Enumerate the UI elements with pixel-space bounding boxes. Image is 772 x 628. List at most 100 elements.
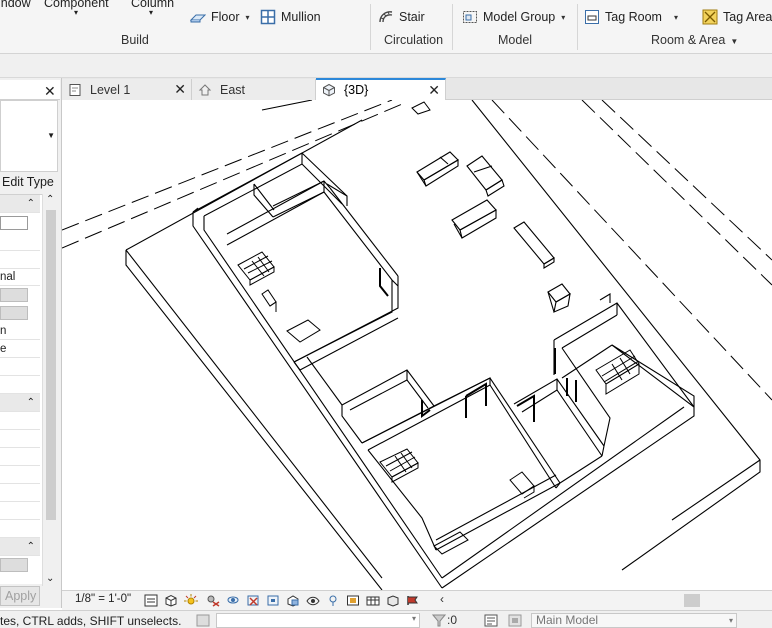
property-button[interactable] (0, 306, 28, 320)
floor-button[interactable]: Floor ▾ (190, 9, 250, 25)
tab-east[interactable]: East (192, 79, 316, 100)
show-crop-icon[interactable] (266, 594, 280, 607)
filter-icon[interactable] (432, 614, 446, 627)
property-row (0, 376, 40, 394)
stair-label: Stair (399, 10, 425, 24)
scroll-down-icon[interactable]: ⌄ (46, 573, 54, 584)
tag-room-dropdown-icon[interactable]: ▾ (674, 13, 678, 22)
property-row (0, 358, 40, 376)
property-row (0, 448, 40, 466)
unlocked-view-icon[interactable] (286, 594, 300, 607)
tab-label: East (220, 82, 246, 97)
temporary-hide-icon[interactable] (306, 594, 320, 607)
properties-scrollbar[interactable]: ⌃ ⌄ (42, 194, 58, 586)
selection-count: :0 (447, 613, 458, 627)
close-icon[interactable]: ✕ (174, 81, 186, 98)
apply-button[interactable]: Apply (0, 586, 40, 606)
close-icon[interactable]: ✕ (44, 83, 56, 100)
panel-separator (370, 4, 371, 50)
active-model-dropdown[interactable]: Main Model ▾ (531, 613, 737, 628)
tab-level-1[interactable]: Level 1 ✕ (62, 79, 192, 100)
status-bar: tes, CTRL adds, SHIFT unselects. ▾ :0 Ma… (0, 610, 772, 628)
worksets-icon[interactable] (196, 614, 210, 627)
editing-requests-icon[interactable] (508, 614, 522, 627)
view-scale[interactable]: 1/8" = 1'-0" (75, 593, 131, 605)
properties-header: ✕ (0, 80, 60, 100)
group-header[interactable]: ⌃ (0, 538, 40, 556)
design-options-icon[interactable] (484, 614, 498, 627)
property-row (0, 251, 40, 269)
property-row (0, 233, 40, 251)
floor-dropdown-icon[interactable]: ▾ (245, 13, 249, 22)
property-field[interactable] (0, 216, 28, 230)
model-panel-label: Model (498, 33, 533, 47)
3d-model-drawing[interactable] (62, 100, 772, 590)
model-label: Main Model (536, 613, 599, 627)
edit-type-button[interactable]: Edit Type (2, 175, 54, 189)
crop-view-icon[interactable] (246, 594, 260, 607)
options-bar (0, 54, 772, 78)
chevron-down-icon[interactable]: ▾ (729, 614, 733, 627)
close-icon[interactable]: ✕ (428, 82, 440, 99)
model-group-dropdown-icon[interactable]: ▾ (561, 13, 565, 22)
tab-label: Level 1 (90, 82, 131, 97)
view-control-bar: 1/8" = 1'-0" ‹ (62, 590, 772, 610)
horizontal-scroll-thumb[interactable] (684, 594, 700, 607)
property-row (0, 412, 40, 430)
component-dropdown-icon[interactable]: ▾ (74, 8, 78, 17)
window-label: indow (0, 0, 31, 10)
column-dropdown-icon[interactable]: ▾ (149, 8, 153, 17)
floor-slab (125, 100, 761, 590)
visual-style-icon[interactable] (164, 594, 178, 607)
view-tab-bar: Level 1 ✕ East {3D} ✕ (62, 78, 772, 100)
elevation-icon (198, 83, 212, 95)
model-group-label: Model Group (483, 10, 556, 24)
properties-palette: ✕ ▼ Edit Type ⌃ nal n e ⌃ ⌃ ⌃ ⌄ Apply (0, 78, 62, 608)
room-area-panel-label[interactable]: Room & Area ▼ (651, 33, 738, 47)
collapse-icon[interactable]: ⌃ (27, 538, 35, 555)
shadows-icon[interactable] (206, 594, 220, 607)
property-row: n (0, 322, 40, 340)
model-group-button[interactable]: Model Group ▾ (462, 9, 565, 25)
property-button[interactable] (0, 558, 28, 572)
tag-area-button[interactable]: Tag Area (702, 9, 772, 25)
workset-dropdown[interactable]: ▾ (216, 613, 420, 628)
stair-button[interactable]: Stair (378, 9, 425, 25)
floor-label: Floor (211, 10, 240, 24)
3d-view-canvas[interactable] (62, 100, 772, 590)
scroll-thumb[interactable] (46, 210, 56, 520)
type-selector[interactable]: ▼ (0, 100, 58, 172)
sun-path-icon[interactable] (184, 594, 198, 607)
tab-3d[interactable]: {3D} ✕ (316, 78, 446, 100)
room-area-dropdown-icon[interactable]: ▼ (730, 37, 738, 46)
property-row: nal (0, 268, 40, 286)
constraints-icon[interactable] (406, 594, 420, 607)
mullion-button[interactable]: Mullion (260, 9, 321, 25)
reveal-hidden-icon[interactable] (326, 594, 340, 607)
temporary-properties-icon[interactable] (346, 594, 360, 607)
collapse-icon[interactable]: ⌃ (27, 394, 35, 411)
furniture (416, 151, 571, 313)
3d-view-icon (323, 83, 335, 97)
chevron-down-icon[interactable]: ▼ (47, 131, 55, 140)
tag-room-icon (585, 10, 599, 24)
model-group-icon (463, 11, 477, 23)
property-value: n (0, 325, 7, 337)
worksharing-display-icon[interactable] (366, 594, 380, 607)
render-icon[interactable] (226, 594, 240, 607)
chevron-down-icon[interactable]: ▾ (412, 614, 416, 623)
tag-room-button[interactable]: Tag Room ▾ (584, 9, 678, 25)
group-header[interactable]: ⌃ (0, 195, 40, 213)
property-button[interactable] (0, 288, 28, 302)
tag-area-icon (702, 9, 718, 25)
group-header[interactable]: ⌃ (0, 394, 40, 412)
window-button[interactable]: indow (0, 0, 31, 10)
analytical-model-icon[interactable] (386, 594, 400, 607)
detail-level-icon[interactable] (144, 594, 158, 607)
collapse-icon[interactable]: ⌃ (27, 195, 35, 212)
scroll-left-icon[interactable]: ‹ (440, 592, 444, 606)
stair-icon (379, 11, 393, 23)
exterior-walls (192, 152, 695, 589)
panel-separator (577, 4, 578, 50)
scroll-up-icon[interactable]: ⌃ (46, 194, 54, 205)
